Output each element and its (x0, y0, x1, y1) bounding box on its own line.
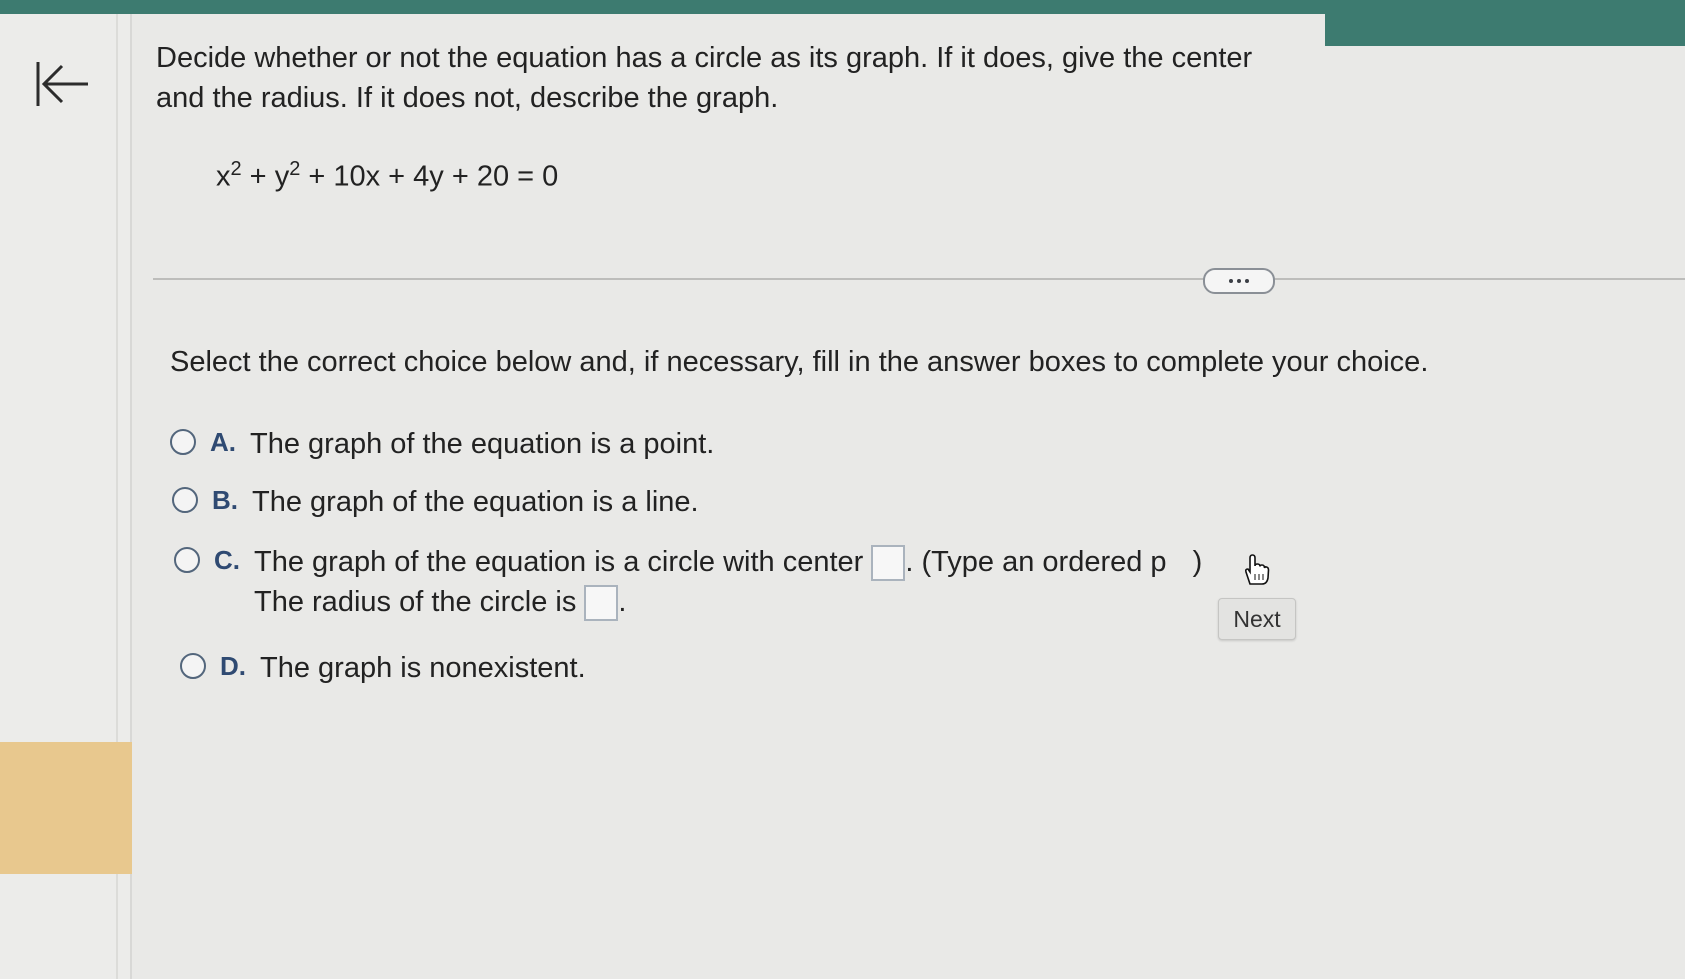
choice-text: The graph of the equation is a point. (250, 428, 715, 460)
rail-highlight (0, 742, 132, 874)
next-button[interactable]: Next (1218, 598, 1296, 640)
instruction-text: Select the correct choice below and, if … (170, 346, 1429, 378)
question-text: Decide whether or not the equation has a… (156, 38, 1356, 118)
choice-text: The graph of the equation is a circle wi… (254, 542, 1202, 622)
center-answer-box[interactable] (871, 545, 906, 582)
radius-answer-box[interactable] (584, 585, 619, 622)
dot-icon (1229, 279, 1233, 283)
choice-letter: C. (214, 545, 240, 575)
radio-choice-b[interactable] (172, 487, 198, 513)
show-more-button[interactable] (1203, 268, 1275, 294)
choice-d[interactable]: D. The graph is nonexistent. (180, 648, 586, 688)
dot-icon (1245, 279, 1249, 283)
radio-choice-c[interactable] (174, 547, 200, 573)
back-to-start-icon (36, 62, 88, 106)
choice-letter: D. (220, 651, 246, 681)
equation: x2 + y2 + 10x + 4y + 20 = 0 (216, 158, 559, 193)
main-content: Decide whether or not the equation has a… (148, 30, 1685, 970)
back-to-start-button[interactable] (30, 56, 92, 112)
choice-letter: B. (212, 485, 238, 515)
choice-letter: A. (210, 427, 236, 457)
section-divider (153, 278, 1685, 280)
dot-icon (1237, 279, 1241, 283)
choice-b[interactable]: B. The graph of the equation is a line. (172, 482, 699, 522)
radio-choice-a[interactable] (170, 429, 196, 455)
hand-cursor-icon (1244, 554, 1270, 585)
choice-c[interactable]: C. The graph of the equation is a circle… (174, 542, 1202, 622)
radio-choice-d[interactable] (180, 653, 206, 679)
question-line-2: and the radius. If it does not, describe… (156, 82, 779, 114)
question-line-1: Decide whether or not the equation has a… (156, 42, 1253, 74)
choice-a[interactable]: A. The graph of the equation is a point. (170, 424, 714, 464)
choice-text: The graph of the equation is a line. (252, 486, 699, 518)
choice-text: The graph is nonexistent. (260, 652, 586, 684)
